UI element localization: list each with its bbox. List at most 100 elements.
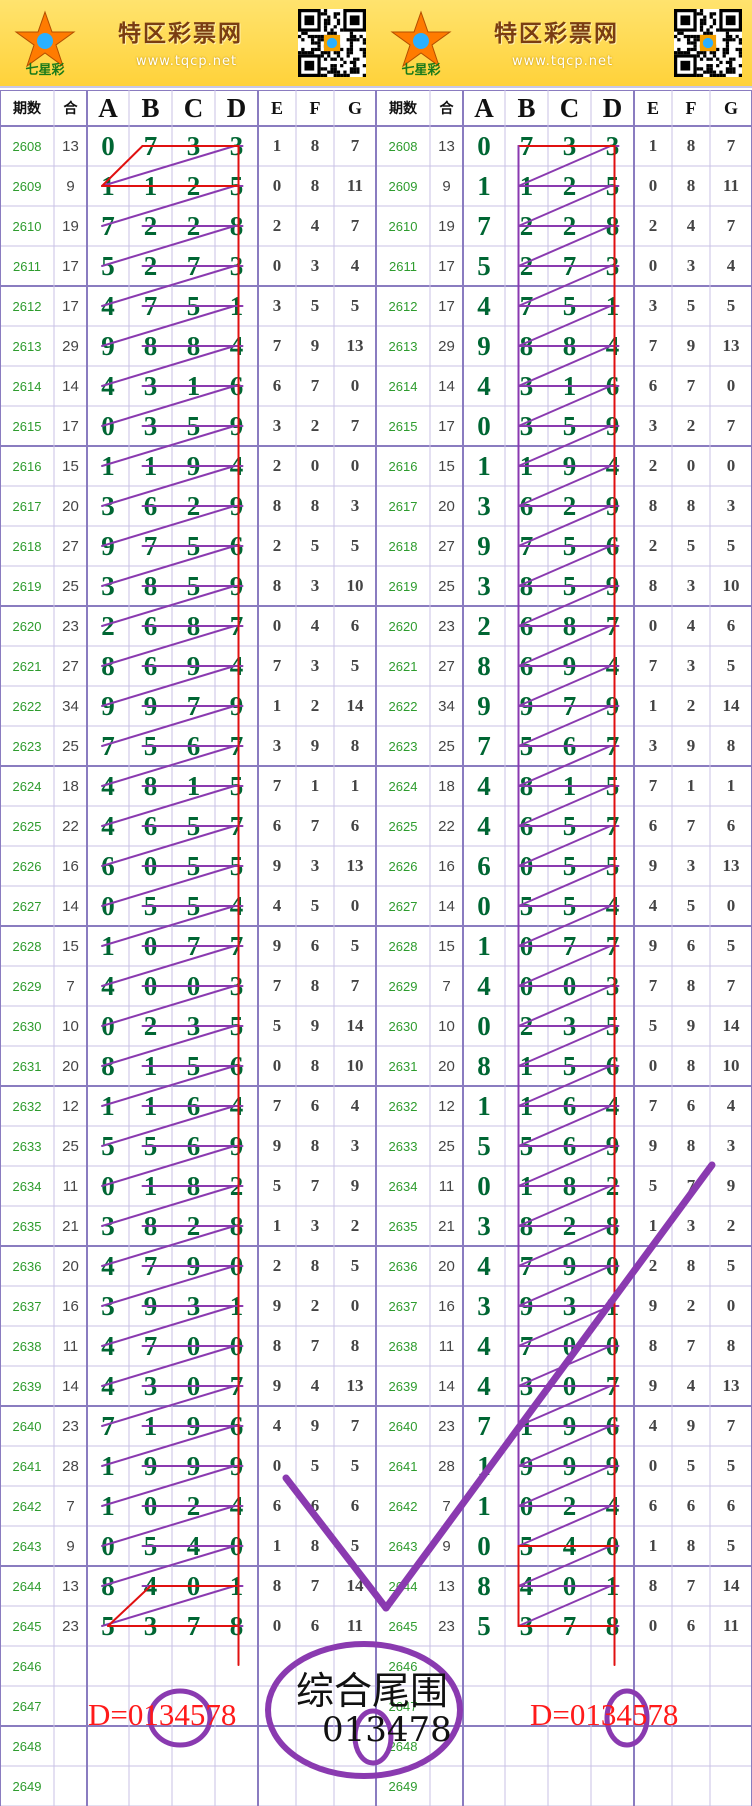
cell-c-2639: 0	[186, 1370, 201, 1401]
cell-e-2627: 4	[272, 896, 282, 915]
cell-period-2621: 2621	[12, 658, 42, 674]
cell-sum-2621: 27	[62, 657, 79, 675]
cell-period-2648: 2648	[12, 1738, 42, 1754]
cell-f-2616: 0	[686, 456, 696, 475]
cell-d-2611: 3	[605, 250, 620, 281]
cell-a-2620: 2	[477, 610, 491, 641]
cell-f-2623: 9	[310, 736, 320, 755]
cell-c-2632: 6	[562, 1090, 577, 1121]
cell-e-2642: 6	[272, 1496, 282, 1515]
cell-period-2626: 2626	[12, 858, 42, 874]
cell-a-2645: 5	[101, 1610, 115, 1641]
cell-g-2635: 2	[350, 1216, 360, 1235]
cell-c-2634: 8	[562, 1170, 577, 1201]
cell-sum-2608: 13	[62, 137, 79, 155]
cell-c-2617: 2	[562, 490, 577, 521]
cell-b-2628: 0	[143, 930, 158, 961]
cell-a-2608: 0	[101, 130, 115, 161]
cell-sum-2626: 16	[62, 857, 79, 875]
cell-e-2631: 0	[648, 1056, 658, 1075]
cell-b-2613: 8	[519, 330, 534, 361]
site-url[interactable]: www.tqcp.net	[512, 54, 613, 69]
cell-period-2634: 2634	[388, 1178, 418, 1194]
cell-c-2618: 5	[186, 530, 201, 561]
cell-d-2608: 3	[605, 130, 620, 161]
site-banner: 七星彩 特区彩票网 www.tqcp.net	[376, 0, 752, 88]
cell-b-2637: 9	[143, 1290, 158, 1321]
cell-sum-2645: 23	[62, 1617, 79, 1635]
cell-f-2619: 3	[310, 576, 320, 595]
column-header-g: G	[723, 97, 738, 118]
logo-icon: 七星彩	[390, 10, 452, 78]
cell-sum-2621: 27	[438, 657, 455, 675]
cell-e-2634: 5	[272, 1176, 282, 1195]
cell-a-2644: 8	[101, 1570, 115, 1601]
cell-g-2642: 6	[726, 1496, 736, 1515]
cell-b-2642: 0	[143, 1490, 158, 1521]
cell-period-2613: 2613	[12, 338, 42, 354]
cell-f-2621: 3	[310, 656, 320, 675]
cell-d-2626: 5	[605, 850, 620, 881]
cell-a-2639: 4	[101, 1370, 115, 1401]
cell-e-2629: 7	[648, 976, 658, 995]
column-header-sum: 合	[63, 100, 78, 116]
cell-b-2621: 6	[519, 650, 534, 681]
cell-c-2619: 5	[562, 570, 577, 601]
cell-sum-2616: 15	[62, 457, 79, 475]
cell-sum-2622: 34	[62, 697, 79, 715]
cell-sum-2640: 23	[438, 1417, 455, 1435]
cell-a-2625: 4	[101, 810, 115, 841]
cell-period-2613: 2613	[388, 338, 418, 354]
cell-f-2614: 7	[686, 376, 696, 395]
cell-a-2623: 7	[101, 730, 115, 761]
cell-sum-2642: 7	[66, 1497, 75, 1515]
cell-b-2644: 4	[143, 1570, 158, 1601]
cell-a-2641: 1	[101, 1450, 115, 1481]
cell-e-2627: 4	[648, 896, 658, 915]
cell-c-2635: 2	[562, 1210, 577, 1241]
cell-g-2611: 4	[726, 256, 736, 275]
cell-c-2632: 6	[186, 1090, 201, 1121]
right-panel: 七星彩 特区彩票网 www.tqcp.net 期数合 A B C D E F G 2608 13 0…	[376, 0, 752, 1806]
cell-b-2618: 7	[519, 530, 534, 561]
cell-f-2641: 5	[310, 1456, 320, 1475]
cell-a-2645: 5	[477, 1610, 491, 1641]
cell-g-2617: 3	[726, 496, 736, 515]
cell-g-2626: 13	[722, 856, 740, 875]
cell-a-2635: 3	[477, 1210, 491, 1241]
cell-sum-2620: 23	[438, 617, 455, 635]
cell-c-2630: 3	[562, 1010, 577, 1041]
cell-sum-2615: 17	[438, 417, 455, 435]
cell-d-2628: 7	[229, 930, 244, 961]
cell-f-2627: 5	[686, 896, 696, 915]
cell-e-2639: 9	[648, 1376, 658, 1395]
cell-b-2622: 9	[143, 690, 158, 721]
cell-g-2644: 14	[346, 1576, 364, 1595]
cell-f-2608: 8	[310, 136, 320, 155]
cell-sum-2625: 22	[438, 817, 455, 835]
cell-d-2630: 5	[229, 1010, 244, 1041]
cell-sum-2610: 19	[62, 217, 79, 235]
cell-a-2626: 6	[477, 850, 491, 881]
cell-e-2617: 8	[648, 496, 658, 515]
cell-period-2639: 2639	[12, 1378, 42, 1394]
cell-g-2630: 14	[722, 1016, 740, 1035]
cell-a-2621: 8	[477, 650, 491, 681]
site-url[interactable]: www.tqcp.net	[136, 54, 237, 69]
cell-f-2623: 9	[686, 736, 696, 755]
cell-a-2627: 0	[477, 890, 491, 921]
cell-c-2641: 9	[562, 1450, 577, 1481]
cell-f-2612: 5	[686, 296, 696, 315]
cell-b-2626: 0	[143, 850, 158, 881]
cell-b-2640: 1	[143, 1410, 158, 1441]
cell-period-2616: 2616	[388, 458, 418, 474]
cell-period-2614: 2614	[388, 378, 418, 394]
cell-d-2611: 3	[229, 250, 244, 281]
cell-b-2636: 7	[519, 1250, 534, 1281]
cell-sum-2633: 25	[438, 1137, 455, 1155]
cell-f-2608: 8	[686, 136, 696, 155]
cell-period-2624: 2624	[12, 778, 42, 794]
cell-f-2627: 5	[310, 896, 320, 915]
cell-e-2611: 0	[272, 256, 282, 275]
cell-c-2615: 5	[562, 410, 577, 441]
